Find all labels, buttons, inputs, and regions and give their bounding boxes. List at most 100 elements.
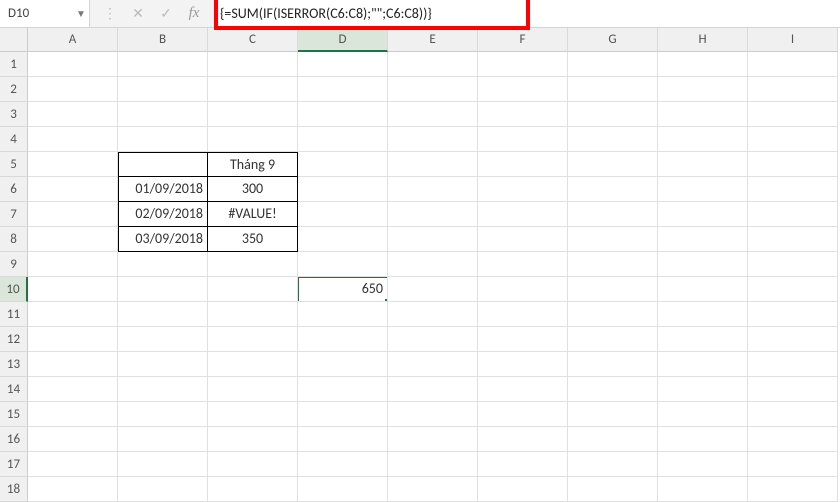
col-header-H[interactable]: H	[658, 28, 748, 52]
cell-E16[interactable]	[388, 427, 478, 452]
cell-D7[interactable]	[298, 202, 388, 227]
cell-E7[interactable]	[388, 202, 478, 227]
col-header-E[interactable]: E	[388, 28, 478, 52]
cell-F13[interactable]	[478, 352, 568, 377]
cell-C13[interactable]	[208, 352, 298, 377]
cell-D12[interactable]	[298, 327, 388, 352]
cell-C3[interactable]	[208, 102, 298, 127]
cell-H14[interactable]	[658, 377, 748, 402]
cell-A4[interactable]	[28, 127, 118, 152]
cell-H17[interactable]	[658, 452, 748, 477]
cell-E10[interactable]	[388, 277, 478, 302]
cell-C7[interactable]: #VALUE!	[208, 202, 298, 227]
row-header-16[interactable]: 16	[0, 427, 28, 452]
col-header-G[interactable]: G	[568, 28, 658, 52]
cell-B3[interactable]	[118, 102, 208, 127]
cell-G18[interactable]	[568, 477, 658, 502]
cell-H7[interactable]	[658, 202, 748, 227]
cell-C4[interactable]	[208, 127, 298, 152]
cell-G4[interactable]	[568, 127, 658, 152]
cell-B2[interactable]	[118, 77, 208, 102]
cell-I4[interactable]	[748, 127, 838, 152]
cell-E8[interactable]	[388, 227, 478, 252]
row-header-2[interactable]: 2	[0, 77, 28, 102]
row-header-11[interactable]: 11	[0, 302, 28, 327]
cell-E1[interactable]	[388, 52, 478, 77]
cell-G10[interactable]	[568, 277, 658, 302]
cell-H10[interactable]	[658, 277, 748, 302]
cell-C1[interactable]	[208, 52, 298, 77]
cell-C10[interactable]	[208, 277, 298, 302]
cell-I6[interactable]	[748, 177, 838, 202]
cell-G17[interactable]	[568, 452, 658, 477]
cell-E17[interactable]	[388, 452, 478, 477]
cell-H3[interactable]	[658, 102, 748, 127]
cell-D13[interactable]	[298, 352, 388, 377]
cell-C5[interactable]: Tháng 9	[208, 152, 298, 177]
cell-B9[interactable]	[118, 252, 208, 277]
cell-E9[interactable]	[388, 252, 478, 277]
cell-B14[interactable]	[118, 377, 208, 402]
cell-A9[interactable]	[28, 252, 118, 277]
cell-E5[interactable]	[388, 152, 478, 177]
cell-E6[interactable]	[388, 177, 478, 202]
row-header-17[interactable]: 17	[0, 452, 28, 477]
cell-F9[interactable]	[478, 252, 568, 277]
cell-F8[interactable]	[478, 227, 568, 252]
col-header-C[interactable]: C	[208, 28, 298, 52]
cancel-icon[interactable]: ✕	[130, 5, 146, 22]
cell-B13[interactable]	[118, 352, 208, 377]
row-header-3[interactable]: 3	[0, 102, 28, 127]
cell-G3[interactable]	[568, 102, 658, 127]
cell-D15[interactable]	[298, 402, 388, 427]
row-header-9[interactable]: 9	[0, 252, 28, 277]
select-all-corner[interactable]	[0, 28, 28, 52]
cell-H16[interactable]	[658, 427, 748, 452]
cell-B4[interactable]	[118, 127, 208, 152]
cell-F14[interactable]	[478, 377, 568, 402]
cell-A10[interactable]	[28, 277, 118, 302]
cell-H18[interactable]	[658, 477, 748, 502]
cell-G5[interactable]	[568, 152, 658, 177]
cell-F4[interactable]	[478, 127, 568, 152]
cell-H13[interactable]	[658, 352, 748, 377]
cell-B11[interactable]	[118, 302, 208, 327]
cell-G16[interactable]	[568, 427, 658, 452]
cell-E2[interactable]	[388, 77, 478, 102]
cell-D3[interactable]	[298, 102, 388, 127]
cell-G2[interactable]	[568, 77, 658, 102]
cell-D8[interactable]	[298, 227, 388, 252]
cell-H9[interactable]	[658, 252, 748, 277]
cell-F5[interactable]	[478, 152, 568, 177]
cell-F16[interactable]	[478, 427, 568, 452]
cell-D9[interactable]	[298, 252, 388, 277]
cell-A11[interactable]	[28, 302, 118, 327]
cell-E15[interactable]	[388, 402, 478, 427]
cell-A16[interactable]	[28, 427, 118, 452]
cell-D6[interactable]	[298, 177, 388, 202]
cell-D5[interactable]	[298, 152, 388, 177]
cell-B7[interactable]: 02/09/2018	[118, 202, 208, 227]
cell-H2[interactable]	[658, 77, 748, 102]
cell-F11[interactable]	[478, 302, 568, 327]
col-header-F[interactable]: F	[478, 28, 568, 52]
cell-A15[interactable]	[28, 402, 118, 427]
col-header-A[interactable]: A	[28, 28, 118, 52]
cell-F18[interactable]	[478, 477, 568, 502]
cell-I2[interactable]	[748, 77, 838, 102]
cell-C9[interactable]	[208, 252, 298, 277]
cell-G13[interactable]	[568, 352, 658, 377]
cell-C12[interactable]	[208, 327, 298, 352]
formula-input[interactable]: {=SUM(IF(ISERROR(C6:C8);"";C6:C8))}	[214, 5, 438, 22]
fx-icon[interactable]: fx	[186, 5, 202, 22]
cell-F6[interactable]	[478, 177, 568, 202]
cell-G7[interactable]	[568, 202, 658, 227]
cell-F1[interactable]	[478, 52, 568, 77]
row-header-15[interactable]: 15	[0, 402, 28, 427]
cell-B18[interactable]	[118, 477, 208, 502]
row-header-1[interactable]: 1	[0, 52, 28, 77]
cell-B15[interactable]	[118, 402, 208, 427]
cell-C2[interactable]	[208, 77, 298, 102]
cell-C8[interactable]: 350	[208, 227, 298, 252]
cell-I1[interactable]	[748, 52, 838, 77]
